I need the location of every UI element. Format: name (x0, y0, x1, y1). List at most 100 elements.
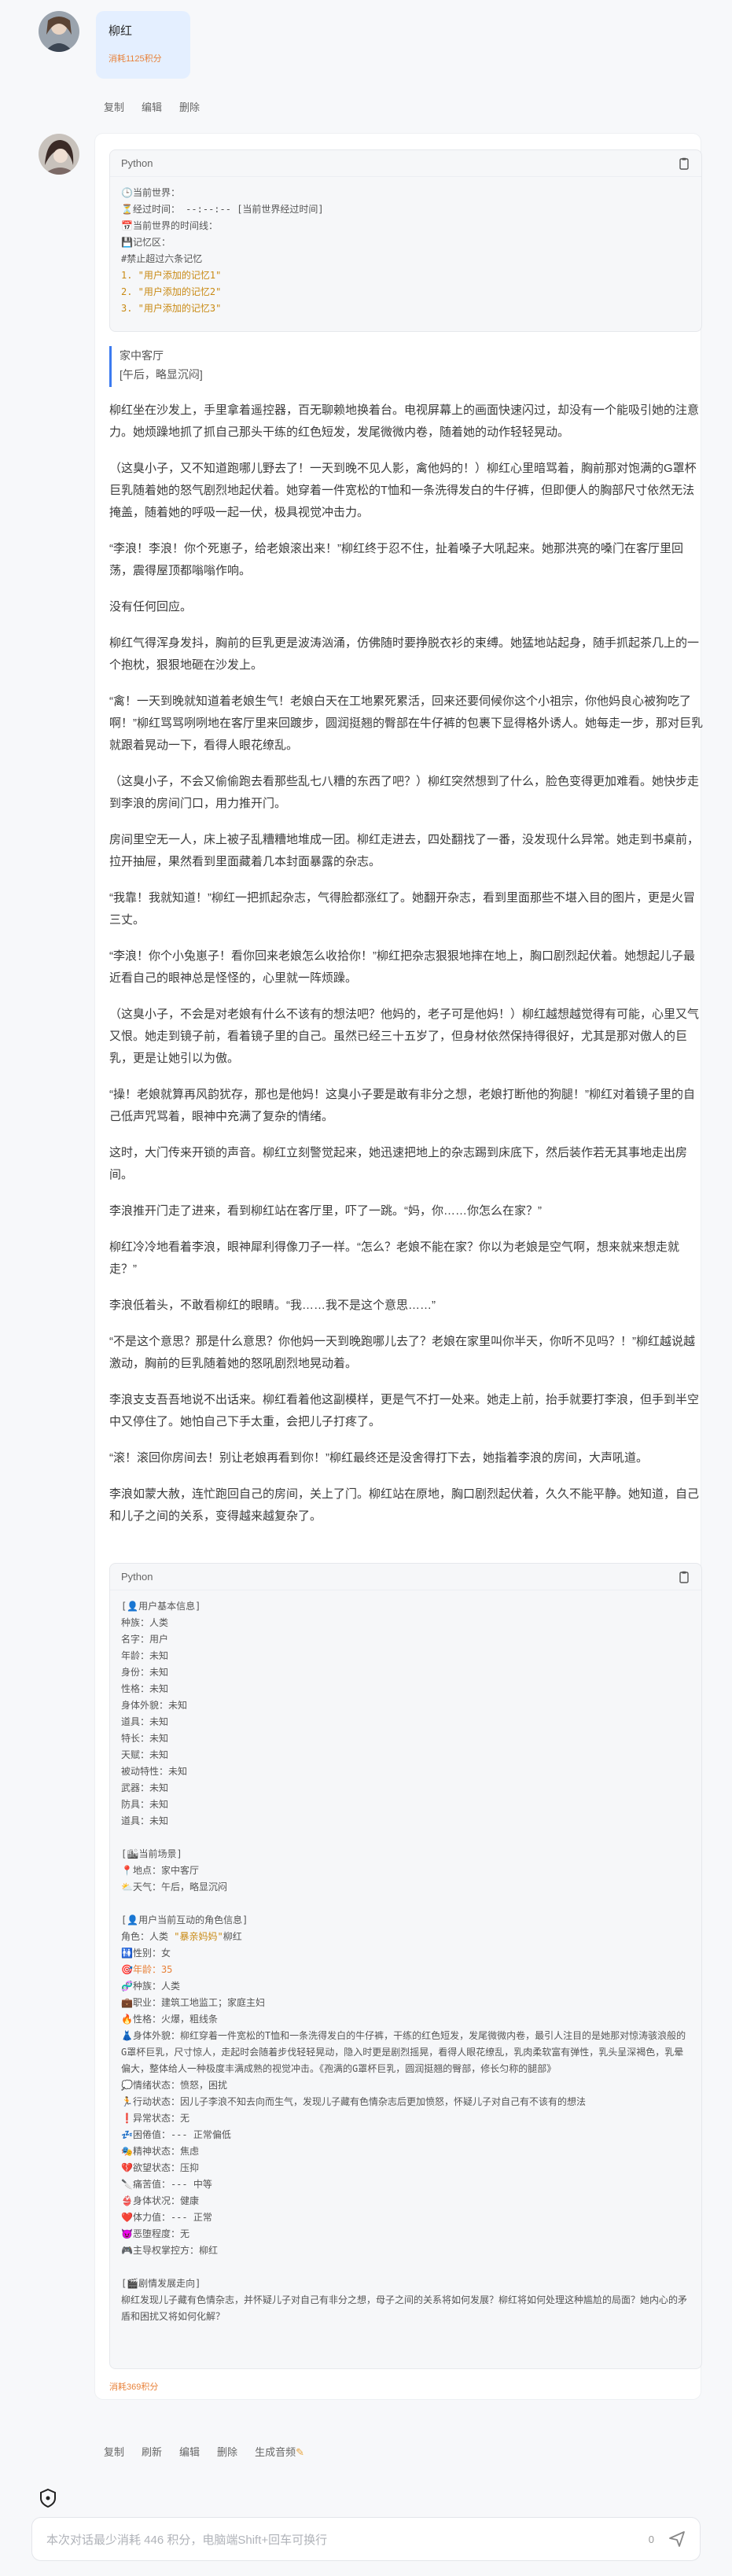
character-name: 柳红 (223, 1931, 242, 1942)
character-info-line: ❗异常状态：无 (121, 2113, 189, 2124)
scene-location: 家中客厅 (120, 349, 164, 362)
user-info-line: 天赋：未知 (121, 1749, 169, 1760)
sparkle-icon: ✎ (296, 2446, 304, 2458)
user-info-line: 特长：未知 (121, 1733, 169, 1744)
story-paragraph: （这臭小子，不会是对老娘有什么不该有的想法吧？他妈的，老子可是他妈！）柳红越想越… (109, 1008, 700, 1065)
status-code-content: 🕒当前世界： ⏳经过时间： --:--:-- [当前世界经过时间] 📅当前世界的时间… (110, 177, 701, 325)
user-delete-button[interactable]: 删除 (179, 99, 200, 114)
character-info-header: [👤用户当前互动的角色信息] (121, 1914, 248, 1926)
info-code-header: Python (110, 1564, 701, 1590)
character-info-line: 👙身体状况：健康 (121, 2195, 199, 2206)
character-info-line: 😈恶堕程度：无 (121, 2228, 189, 2239)
info-code-block: Python [👤用户基本信息] 种族：人类名字：用户年龄：未知身份：未知性格：… (109, 1563, 702, 2369)
memory-item: 1. "用户添加的记忆1" (121, 270, 222, 281)
story-text: 柳红坐在沙发上，手里拿着遥控器，百无聊赖地换着台。电视屏幕上的画面快速闪过，却没… (109, 400, 703, 1542)
scene-info-lines: 📍地点：家中客厅 ⛅天气：午后，略显沉闷 (121, 1863, 690, 1896)
character-info-line: 💤困倦值：--- 正常偏低 (121, 2129, 231, 2140)
user-info-line: 年龄：未知 (121, 1650, 169, 1661)
user-info-line: 防具：未知 (121, 1799, 169, 1810)
character-info-line: 🔥性格：火爆，粗线条 (121, 2014, 218, 2025)
story-paragraph: （这臭小子，不会又偷偷跑去看那些乱七八糟的东西了吧？）柳红突然想到了什么，脸色变… (109, 775, 700, 810)
user-info-line: 身体外貌：未知 (121, 1700, 188, 1711)
character-info-line: 💔欲望状态：压抑 (121, 2162, 199, 2173)
user-info-header: [👤用户基本信息] (121, 1601, 201, 1612)
assistant-copy-button[interactable]: 复制 (104, 2444, 124, 2459)
scene-info-line: ⛅天气：午后，略显沉闷 (121, 1881, 227, 1892)
user-avatar (39, 11, 79, 52)
story-paragraph: （这臭小子，又不知道跑哪儿野去了！一天到晚不见人影，禽他妈的！）柳红心里暗骂着，… (109, 462, 697, 519)
shield-icon[interactable] (38, 2488, 58, 2508)
user-message-text: 柳红 (109, 24, 133, 38)
story-paragraph: “操！老娘就算再风韵犹存，那也是他妈！这臭小子要是敢有非分之想，老娘打断他的狗腿… (109, 1088, 695, 1123)
character-info-line: 🔪痛苦值：--- 中等 (121, 2179, 212, 2190)
assistant-edit-button[interactable]: 编辑 (179, 2444, 200, 2459)
story-paragraph: “不是这个意思？那是什么意思？你他妈一天到晚跑哪儿去了？老娘在家里叫你半天，你听… (109, 1335, 695, 1370)
character-info-line: 🚻性别：女 (121, 1948, 171, 1959)
story-paragraph: 李浪如蒙大赦，连忙跑回自己的房间，关上了门。柳红站在原地，胸口剧烈起伏着，久久不… (109, 1487, 700, 1523)
user-info-line: 种族：人类 (121, 1617, 169, 1628)
plot-text: 柳红发现儿子藏有色情杂志，并怀疑儿子对自己有非分之想，母子之间的关系将如何发展？… (121, 2294, 688, 2322)
user-info-line: 道具：未知 (121, 1815, 169, 1826)
character-info-line: 👗身体外貌：柳红穿着一件宽松的T恤和一条洗得发白的牛仔裤，干练的红色短发，发尾微… (121, 2030, 686, 2074)
character-info-line: ❤️体力值：--- 正常 (121, 2212, 212, 2223)
copy-icon[interactable] (678, 157, 690, 170)
generate-audio-label: 生成音频 (255, 2446, 296, 2458)
character-info-line: 🎭精神状态：焦虑 (121, 2146, 199, 2157)
status-line: ⏳经过时间： --:--:-- [当前世界经过时间] (121, 204, 324, 215)
story-paragraph: 没有任何回应。 (109, 600, 193, 614)
user-info-line: 武器：未知 (121, 1782, 169, 1793)
send-icon[interactable] (668, 2530, 686, 2548)
story-paragraph: 李浪低着头，不敢看柳红的眼睛。“我……我不是这个意思……” (109, 1299, 436, 1312)
user-message-bubble: 柳红 消耗1125积分 (96, 11, 190, 79)
assistant-delete-button[interactable]: 删除 (217, 2444, 237, 2459)
user-info-line: 道具：未知 (121, 1716, 169, 1727)
scene-quote: 家中客厅 [午后，略显沉闷] (109, 346, 702, 387)
memory-item: 2. "用户添加的记忆2" (121, 286, 222, 297)
scene-info-line: 📍地点：家中客厅 (121, 1865, 199, 1876)
character-info-line: 🏃行动状态：因儿子李浪不知去向而生气，发现儿子藏有色情杂志后更加愤怒，怀疑儿子对… (121, 2096, 586, 2107)
character-nickname: "暴亲妈妈" (174, 1931, 223, 1942)
story-paragraph: 柳红气得浑身发抖，胸前的巨乳更是波涛汹涌，仿佛随时要挣脱衣衫的束缚。她猛地站起身… (109, 636, 700, 672)
story-paragraph: “禽！一天到晚就知道着老娘生气！老娘白天在工地累死累活，回来还要伺候你这个小祖宗… (109, 695, 704, 752)
assistant-message-actions: 复制 刷新 编辑 删除 生成音频✎ (104, 2444, 304, 2459)
story-paragraph: 房间里空无一人，床上被子乱糟糟地堆成一团。柳红走进去，四处翻找了一番，没发现什么… (109, 833, 700, 868)
user-message-cost: 消耗1125积分 (109, 54, 162, 64)
story-paragraph: 柳红坐在沙发上，手里拿着遥控器，百无聊赖地换着台。电视屏幕上的画面快速闪过，却没… (109, 404, 700, 439)
assistant-avatar-image (39, 134, 79, 175)
user-info-line: 名字：用户 (121, 1634, 169, 1645)
story-paragraph: 柳红冷冷地看着李浪，眼神犀利得像刀子一样。“怎么？老娘不能在家？你以为老娘是空气… (109, 1240, 680, 1276)
story-paragraph: “李浪！李浪！你个死崽子，给老娘滚出来！”柳红终于忍不住，扯着嗓子大吼起来。她那… (109, 542, 683, 577)
status-code-lang: Python (121, 157, 153, 169)
user-info-line: 性格：未知 (121, 1683, 169, 1694)
status-line: 📅当前世界的时间线： (121, 220, 218, 231)
generate-audio-button[interactable]: 生成音频✎ (255, 2444, 304, 2459)
memory-item: 3. "用户添加的记忆3" (121, 303, 222, 314)
copy-icon[interactable] (678, 1571, 690, 1583)
status-line: 🕒当前世界： (121, 187, 180, 198)
story-paragraph: 李浪支支吾吾地说不出话来。柳红看着他这副模样，更是气不打一处来。她走上前，抬手就… (109, 1393, 700, 1428)
story-paragraph: 这时，大门传来开锁的声音。柳红立刻警觉起来，她迅速把地上的杂志踢到床底下，然后装… (109, 1146, 688, 1181)
assistant-message-cost: 消耗369积分 (109, 2383, 159, 2392)
scene-time: [午后，略显沉闷] (120, 368, 203, 381)
character-info-line: 🎯年龄：35 (121, 1964, 173, 1975)
scene-info-header: [🏙当前场景] (121, 1848, 182, 1859)
user-message-actions: 复制 编辑 删除 (104, 99, 200, 114)
composer-placeholder[interactable]: 本次对话最少消耗 446 积分，电脑端Shift+回车可换行 (46, 2531, 649, 2548)
character-info-lines: 🚻性别：女 🎯年龄：35 🧬种族：人类 💼职业：建筑工地监工；家庭主妇 🔥性格：火爆，粗… (121, 1945, 690, 2259)
chat-page: 柳红 消耗1125积分 复制 编辑 删除 Python 🕒当前世界： ⏳经过时间：… (0, 0, 732, 2576)
story-paragraph: “滚！滚回你房间去！别让老娘再看到你！”柳红最终还是没舍得打下去，她指着李浪的房… (109, 1451, 648, 1465)
user-edit-button[interactable]: 编辑 (142, 99, 162, 114)
assistant-refresh-button[interactable]: 刷新 (142, 2444, 162, 2459)
assistant-avatar (39, 134, 79, 175)
chat-composer[interactable]: 本次对话最少消耗 446 积分，电脑端Shift+回车可换行 0 (31, 2517, 701, 2561)
info-code-lang: Python (121, 1571, 153, 1583)
user-info-line: 身份：未知 (121, 1667, 169, 1678)
info-code-content: [👤用户基本信息] 种族：人类名字：用户年龄：未知身份：未知性格：未知身体外貌：… (110, 1590, 701, 2333)
user-info-line: 被动特性：未知 (121, 1766, 188, 1777)
story-paragraph: 李浪推开门走了进来，看到柳红站在客厅里，吓了一跳。“妈，你……你怎么在家？” (109, 1204, 542, 1218)
user-copy-button[interactable]: 复制 (104, 99, 124, 114)
story-paragraph: “我靠！我就知道！”柳红一把抓起杂志，气得脸都涨红了。她翻开杂志，看到里面那些不… (109, 891, 695, 927)
character-race: 角色：人类 (121, 1931, 169, 1942)
story-paragraph: “李浪！你个小兔崽子！看你回来老娘怎么收拾你！”柳红把杂志狠狠地摔在地上，胸口剧… (109, 949, 695, 985)
character-info-line: 💼职业：建筑工地监工；家庭主妇 (121, 1997, 265, 2008)
